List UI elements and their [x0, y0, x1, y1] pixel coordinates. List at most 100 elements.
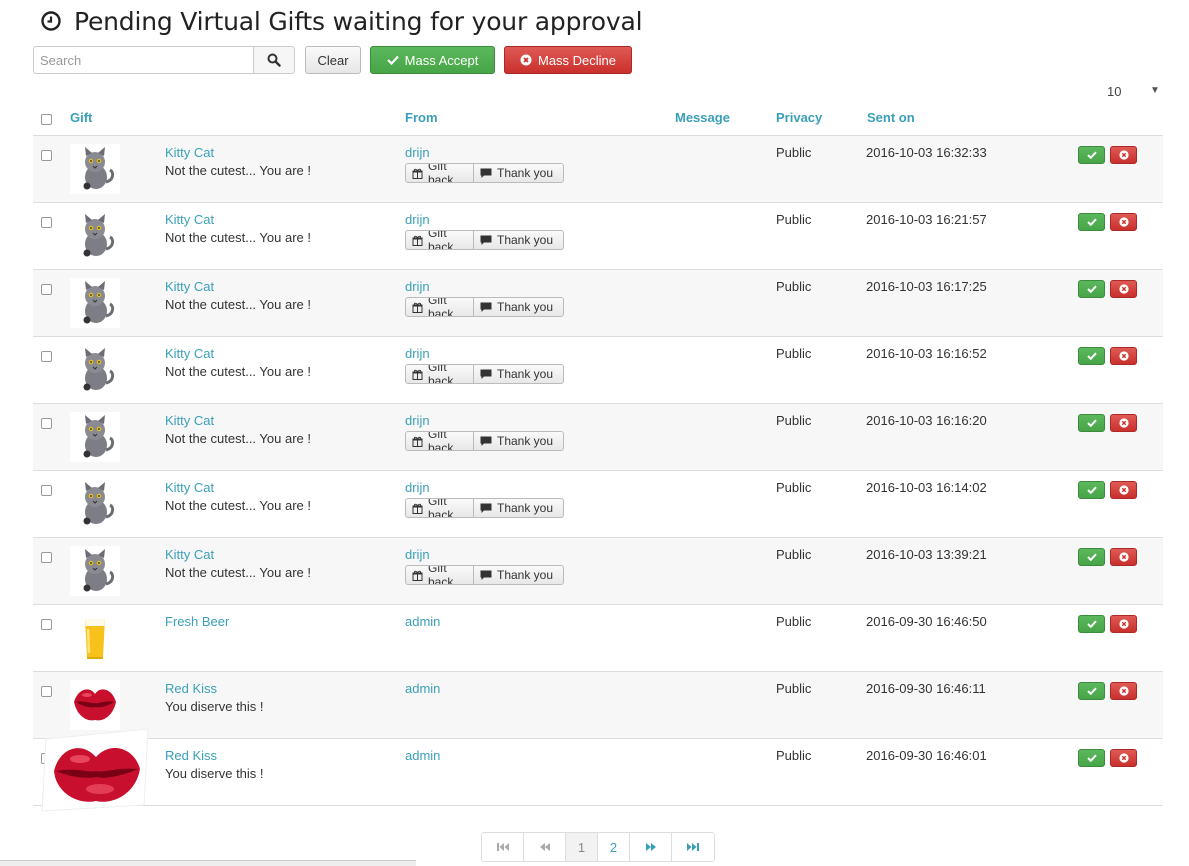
check-icon: [1086, 151, 1097, 159]
next-page-button[interactable]: [630, 833, 672, 861]
gift-note: Not the cutest... You are !: [165, 431, 311, 446]
sender-link[interactable]: drijn: [405, 413, 430, 428]
header-message[interactable]: Message: [675, 110, 730, 125]
accept-button[interactable]: [1078, 347, 1105, 365]
sender-link[interactable]: admin: [405, 748, 440, 763]
decline-button[interactable]: [1110, 347, 1137, 365]
page-1-button[interactable]: 1: [566, 833, 598, 861]
header-gift[interactable]: Gift: [70, 110, 92, 125]
gift-icon: [412, 503, 428, 514]
gift-back-button[interactable]: Gift back: [406, 499, 474, 517]
decline-button[interactable]: [1110, 615, 1137, 633]
thank-you-label: Thank you: [497, 434, 554, 448]
chevron-down-icon[interactable]: ▼: [1150, 85, 1160, 96]
accept-button[interactable]: [1078, 749, 1105, 767]
header-sent-on[interactable]: Sent on: [867, 110, 915, 125]
per-page-select[interactable]: 10: [1107, 84, 1121, 99]
decline-button[interactable]: [1110, 749, 1137, 767]
sender-link[interactable]: drijn: [405, 480, 430, 495]
thank-you-button[interactable]: Thank you: [474, 164, 563, 182]
thank-you-button[interactable]: Thank you: [474, 566, 563, 584]
thank-you-button[interactable]: Thank you: [474, 231, 563, 249]
pagination: 1 2: [481, 832, 715, 862]
gift-back-button[interactable]: Gift back: [406, 231, 474, 249]
row-checkbox[interactable]: [41, 217, 52, 228]
row-checkbox[interactable]: [41, 418, 52, 429]
gift-name-link[interactable]: Kitty Cat: [165, 346, 214, 361]
search-button[interactable]: [253, 46, 295, 74]
accept-button[interactable]: [1078, 146, 1105, 164]
sender-link[interactable]: drijn: [405, 279, 430, 294]
gift-back-button[interactable]: Gift back: [406, 298, 474, 316]
search-input[interactable]: [33, 46, 253, 74]
gift-back-button[interactable]: Gift back: [406, 432, 474, 450]
mass-accept-button[interactable]: Mass Accept: [370, 46, 495, 74]
decline-button[interactable]: [1110, 414, 1137, 432]
gift-icon: [412, 168, 428, 179]
horizontal-scrollbar[interactable]: [0, 860, 416, 866]
row-checkbox[interactable]: [41, 552, 52, 563]
decline-button[interactable]: [1110, 682, 1137, 700]
sender-link[interactable]: drijn: [405, 547, 430, 562]
row-checkbox[interactable]: [41, 284, 52, 295]
gift-name-link[interactable]: Kitty Cat: [165, 279, 214, 294]
sent-on-value: 2016-10-03 16:16:52: [866, 346, 987, 361]
mass-decline-button[interactable]: Mass Decline: [504, 46, 632, 74]
table-row: Kitty Cat Not the cutest... You are ! drij…: [33, 538, 1163, 605]
prev-page-button[interactable]: [524, 833, 566, 861]
accept-button[interactable]: [1078, 213, 1105, 231]
first-page-button[interactable]: [482, 833, 524, 861]
thank-you-button[interactable]: Thank you: [474, 432, 563, 450]
gift-name-link[interactable]: Red Kiss: [165, 748, 217, 763]
sender-link[interactable]: drijn: [405, 346, 430, 361]
page-2-button[interactable]: 2: [598, 833, 630, 861]
last-page-button[interactable]: [672, 833, 714, 861]
decline-button[interactable]: [1110, 213, 1137, 231]
comment-icon: [480, 503, 497, 514]
row-checkbox[interactable]: [41, 686, 52, 697]
accept-button[interactable]: [1078, 280, 1105, 298]
row-checkbox[interactable]: [41, 351, 52, 362]
decline-button[interactable]: [1110, 146, 1137, 164]
page-title: Pending Virtual Gifts waiting for your a…: [74, 6, 643, 36]
thank-you-button[interactable]: Thank you: [474, 499, 563, 517]
accept-button[interactable]: [1078, 481, 1105, 499]
header-from[interactable]: From: [405, 110, 438, 125]
clear-button[interactable]: Clear: [305, 46, 361, 74]
sender-link[interactable]: admin: [405, 681, 440, 696]
privacy-value: Public: [776, 480, 812, 495]
thank-you-button[interactable]: Thank you: [474, 365, 563, 383]
sent-on-value: 2016-10-03 16:16:20: [866, 413, 987, 428]
accept-button[interactable]: [1078, 414, 1105, 432]
mass-accept-label: Mass Accept: [404, 52, 479, 68]
sender-link[interactable]: drijn: [405, 145, 430, 160]
sender-link[interactable]: drijn: [405, 212, 430, 227]
gift-name-link[interactable]: Fresh Beer: [165, 614, 229, 629]
accept-button[interactable]: [1078, 615, 1105, 633]
row-checkbox[interactable]: [41, 150, 52, 161]
header-privacy[interactable]: Privacy: [776, 110, 822, 125]
gift-note: Not the cutest... You are !: [165, 297, 311, 312]
accept-button[interactable]: [1078, 548, 1105, 566]
select-all-checkbox[interactable]: [41, 114, 52, 125]
sender-link[interactable]: admin: [405, 614, 440, 629]
row-checkbox[interactable]: [41, 485, 52, 496]
decline-button[interactable]: [1110, 280, 1137, 298]
gift-name-link[interactable]: Red Kiss: [165, 681, 217, 696]
gift-name-link[interactable]: Kitty Cat: [165, 413, 214, 428]
accept-button[interactable]: [1078, 682, 1105, 700]
gift-back-button[interactable]: Gift back: [406, 566, 474, 584]
row-checkbox[interactable]: [41, 619, 52, 630]
gift-name-link[interactable]: Kitty Cat: [165, 547, 214, 562]
decline-button[interactable]: [1110, 548, 1137, 566]
first-page-icon: [496, 843, 509, 851]
gift-name-link[interactable]: Kitty Cat: [165, 212, 214, 227]
decline-button[interactable]: [1110, 481, 1137, 499]
gift-name-link[interactable]: Kitty Cat: [165, 145, 214, 160]
gift-back-button[interactable]: Gift back: [406, 164, 474, 182]
gift-back-label: Gift back: [428, 431, 454, 451]
gift-name-link[interactable]: Kitty Cat: [165, 480, 214, 495]
table-row: Kitty Cat Not the cutest... You are ! drij…: [33, 203, 1163, 270]
gift-back-button[interactable]: Gift back: [406, 365, 474, 383]
thank-you-button[interactable]: Thank you: [474, 298, 563, 316]
